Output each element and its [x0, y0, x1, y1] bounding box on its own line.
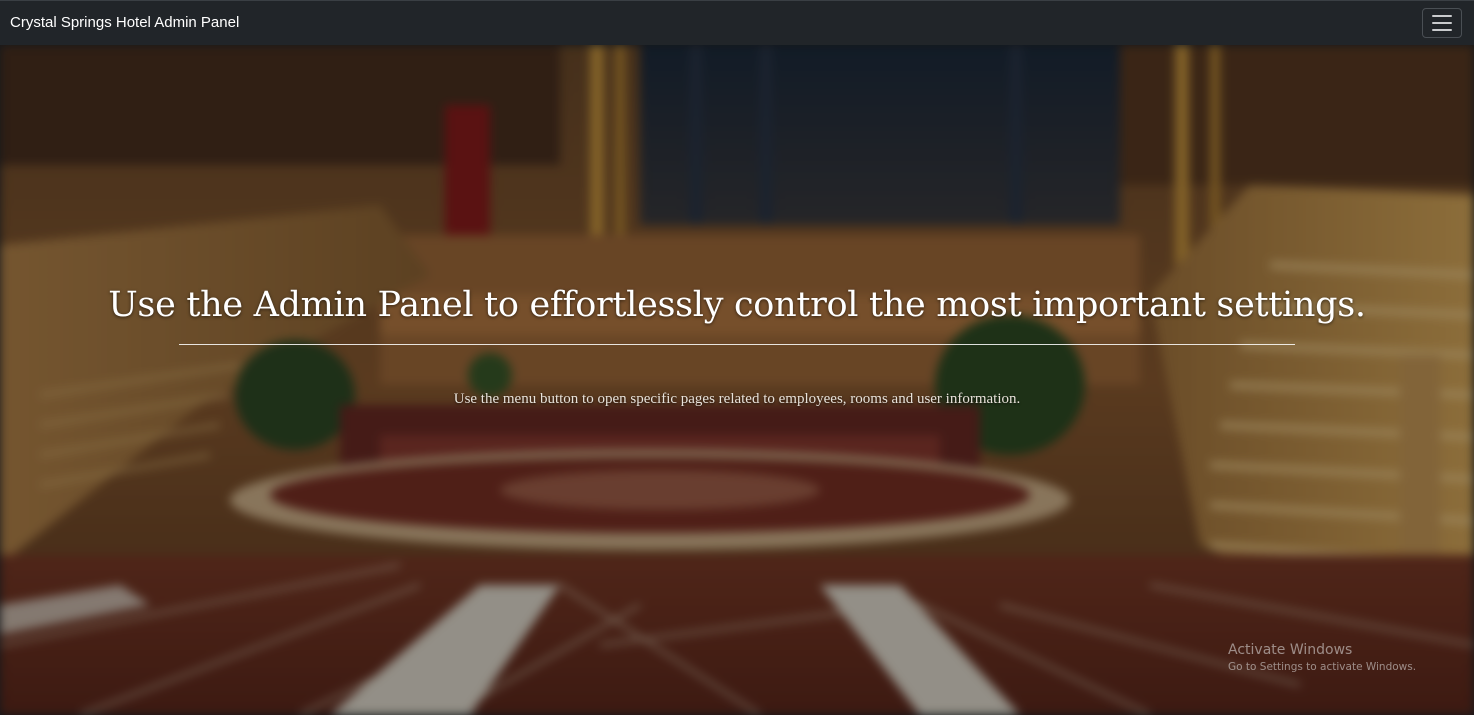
hero-subtext: Use the menu button to open specific pag…: [453, 391, 1021, 407]
navbar: Crystal Springs Hotel Admin Panel: [0, 0, 1474, 45]
navbar-brand[interactable]: Crystal Springs Hotel Admin Panel: [10, 14, 239, 31]
dark-overlay: [0, 45, 1474, 715]
hamburger-menu-icon: [1432, 15, 1452, 17]
menu-toggle-button[interactable]: [1422, 8, 1462, 38]
watermark-title: Activate Windows: [1228, 642, 1353, 658]
watermark-subtitle: Go to Settings to activate Windows.: [1228, 661, 1417, 673]
hero-headline: Use the Admin Panel to effortlessly cont…: [108, 285, 1366, 325]
windows-activation-watermark: Activate Windows Go to Settings to activ…: [1228, 642, 1416, 673]
headline-divider: [179, 344, 1295, 345]
hero-section: Use the Admin Panel to effortlessly cont…: [0, 45, 1474, 715]
